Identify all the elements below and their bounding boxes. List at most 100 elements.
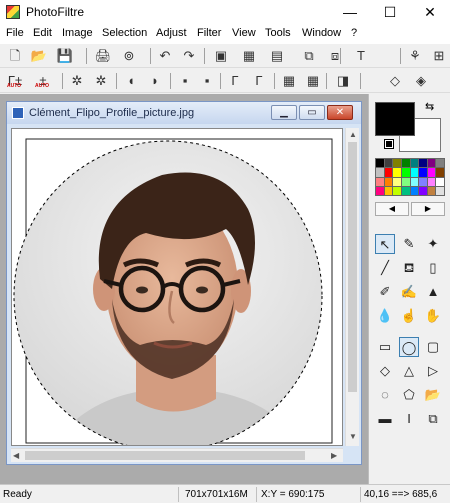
palette-swatch[interactable] (401, 186, 410, 195)
select-all-icon[interactable]: ▬ (375, 409, 395, 429)
effect-icon[interactable]: ◨ (334, 72, 352, 90)
brush-tool-icon[interactable]: ✐ (375, 282, 395, 302)
image-canvas[interactable] (11, 128, 343, 446)
palette-swatch[interactable] (436, 186, 444, 195)
scan-icon[interactable]: ⊚ (120, 47, 138, 65)
palette-swatch[interactable] (393, 186, 401, 195)
palette-swatch[interactable] (419, 168, 427, 177)
triangle-shape-icon[interactable]: △ (399, 361, 419, 381)
transparency-icon[interactable]: ▣ (212, 47, 230, 65)
maximize-button[interactable]: ☐ (370, 0, 410, 24)
hand-tool-icon[interactable]: ✋ (423, 306, 443, 326)
text-icon[interactable]: T (352, 47, 370, 65)
scroll-right-icon[interactable]: ▶ (331, 451, 337, 460)
palette-swatch[interactable] (436, 159, 444, 168)
eyedropper-tool-icon[interactable]: ✎ (399, 234, 419, 254)
doc-maximize-button[interactable]: ▭ (299, 105, 325, 120)
saturation-plus-icon[interactable]: ▪ (198, 72, 216, 90)
palette-swatch[interactable] (419, 177, 427, 186)
brightness-minus-icon[interactable]: ✲ (68, 72, 86, 90)
polygon-shape-icon[interactable]: ⬠ (399, 385, 419, 405)
palette-swatch[interactable] (384, 159, 393, 168)
palette-swatch[interactable] (376, 168, 384, 177)
magic-wand-tool-icon[interactable]: ✦ (423, 234, 443, 254)
palette-next-button[interactable]: ▶ (411, 202, 445, 216)
palette-swatch[interactable] (393, 159, 401, 168)
selection-tool-icon[interactable]: ↖ (375, 234, 395, 254)
palette-swatch[interactable] (410, 177, 419, 186)
horizontal-scrollbar[interactable]: ◀ ▶ (11, 448, 343, 462)
palette-icon[interactable]: ▦ (240, 47, 258, 65)
palette-swatch[interactable] (384, 168, 393, 177)
sharpen-icon[interactable]: ▦ (280, 72, 298, 90)
vertical-scrollbar[interactable]: ▲ ▼ (345, 128, 359, 446)
menu-selection[interactable]: Selection (102, 27, 147, 39)
save-icon[interactable]: 💾 (56, 47, 74, 65)
line-tool-icon[interactable]: ╱ (375, 258, 395, 278)
palette-swatch[interactable] (419, 186, 427, 195)
foreground-color-swatch[interactable] (375, 102, 415, 136)
menu-view[interactable]: View (232, 27, 256, 39)
automation-icon[interactable]: ⊞ (430, 47, 448, 65)
palette-swatch[interactable] (393, 168, 401, 177)
color-icon[interactable]: ▤ (268, 47, 286, 65)
text-select-icon[interactable]: I (399, 409, 419, 429)
menu-image[interactable]: Image (62, 27, 93, 39)
doc-close-button[interactable]: ✕ (327, 105, 353, 120)
menu-filter[interactable]: Filter (197, 27, 221, 39)
ellipse-shape-icon[interactable]: ◯ (399, 337, 419, 357)
drop-outline-icon[interactable]: ◈ (412, 72, 430, 90)
vertical-scroll-thumb[interactable] (348, 142, 357, 392)
palette-swatch[interactable] (427, 159, 436, 168)
scroll-up-icon[interactable]: ▲ (349, 130, 357, 139)
palette-swatch[interactable] (376, 159, 384, 168)
menu-file[interactable]: File (6, 27, 24, 39)
palette-swatch[interactable] (401, 168, 410, 177)
palette-swatch[interactable] (427, 177, 436, 186)
filter-icon[interactable]: ⚘ (406, 47, 424, 65)
print-icon[interactable]: 🖨 (94, 47, 112, 65)
doc-minimize-button[interactable]: ▁ (271, 105, 297, 120)
fill-tool-icon[interactable]: ⛾ (399, 258, 419, 278)
advanced-brush-tool-icon[interactable]: ✍ (399, 282, 419, 302)
palette-swatch[interactable] (427, 168, 436, 177)
brightness-plus-icon[interactable]: ✲ (92, 72, 110, 90)
diamond-shape-icon[interactable]: ◇ (375, 361, 395, 381)
drop-icon[interactable]: ◇ (386, 72, 404, 90)
palette-swatch[interactable] (410, 186, 419, 195)
new-icon[interactable]: 🗋 (6, 47, 24, 65)
palette-swatch[interactable] (401, 177, 410, 186)
spray-tool-icon[interactable]: ▯ (423, 258, 443, 278)
menu-window[interactable]: Window (302, 27, 341, 39)
swap-colors-icon[interactable]: ⇆ (425, 100, 434, 113)
palette-swatch[interactable] (376, 177, 384, 186)
menu-help[interactable]: ? (351, 27, 357, 39)
palette-swatch[interactable] (376, 186, 384, 195)
saturation-minus-icon[interactable]: ▪ (176, 72, 194, 90)
open-icon[interactable]: 📂 (30, 47, 48, 65)
palette-swatch[interactable] (436, 177, 444, 186)
palette-swatch[interactable] (410, 168, 419, 177)
contrast-plus-icon[interactable]: ◗ (146, 72, 164, 90)
contrast-minus-icon[interactable]: ◖ (122, 72, 140, 90)
undo-icon[interactable]: ↶ (156, 47, 174, 65)
palette-swatch[interactable] (384, 186, 393, 195)
blur-icon[interactable]: ▦ (304, 72, 322, 90)
scroll-left-icon[interactable]: ◀ (13, 451, 19, 460)
palette-swatch[interactable] (427, 186, 436, 195)
crop-icon[interactable]: ⧈ (326, 47, 344, 65)
palette-swatch[interactable] (384, 177, 393, 186)
palette-swatch[interactable] (419, 159, 427, 168)
copy-selection-icon[interactable]: ⧉ (423, 409, 443, 429)
menu-edit[interactable]: Edit (33, 27, 52, 39)
palette-swatch[interactable] (436, 168, 444, 177)
palette-swatch[interactable] (393, 177, 401, 186)
menu-tools[interactable]: Tools (265, 27, 291, 39)
gamma-minus-icon[interactable]: Γ (226, 72, 244, 90)
horizontal-scroll-thumb[interactable] (25, 451, 305, 460)
stamp-tool-icon[interactable]: ▲ (423, 282, 443, 302)
scroll-down-icon[interactable]: ▼ (349, 432, 357, 441)
reset-colors-icon[interactable] (384, 139, 394, 149)
minimize-button[interactable]: — (330, 0, 370, 24)
rounded-rect-shape-icon[interactable]: ▢ (423, 337, 443, 357)
